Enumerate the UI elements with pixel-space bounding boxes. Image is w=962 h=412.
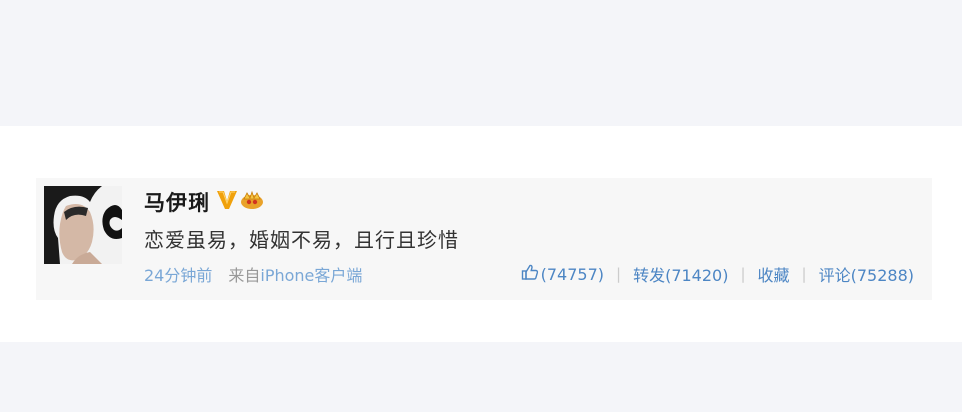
- vip-crown-icon[interactable]: [240, 190, 264, 214]
- post-time-link[interactable]: 24分钟前: [144, 262, 212, 286]
- action-divider: |: [616, 265, 622, 283]
- thumbs-up-icon: [521, 263, 539, 285]
- page-background-top: [0, 0, 962, 126]
- post-actions: (74757) | 转发(71420) | 收藏 | 评论(75288): [521, 262, 914, 286]
- verified-v-icon[interactable]: [216, 189, 238, 215]
- comment-button[interactable]: 评论(75288): [819, 262, 914, 286]
- source-label: 来自: [228, 266, 261, 285]
- repost-button[interactable]: 转发(71420): [633, 262, 728, 286]
- weibo-post-card: 马伊琍 恋爱虽易，婚姻不易，且行且珍惜 24分钟前 来自 iPhone客户端 (…: [36, 178, 932, 300]
- user-line: 马伊琍: [144, 188, 264, 216]
- like-count: (74757): [540, 264, 605, 284]
- post-meta: 24分钟前 来自 iPhone客户端: [144, 262, 362, 286]
- source-device-link[interactable]: iPhone客户端: [260, 262, 362, 286]
- username-link[interactable]: 马伊琍: [144, 187, 210, 217]
- post-content: 恋爱虽易，婚姻不易，且行且珍惜: [144, 228, 459, 252]
- action-divider: |: [801, 265, 807, 283]
- page-background-bottom: [0, 342, 962, 412]
- favorite-button[interactable]: 收藏: [758, 262, 790, 286]
- like-button[interactable]: (74757): [521, 263, 604, 285]
- avatar-image: [44, 186, 122, 264]
- avatar[interactable]: [44, 186, 122, 264]
- action-divider: |: [740, 265, 746, 283]
